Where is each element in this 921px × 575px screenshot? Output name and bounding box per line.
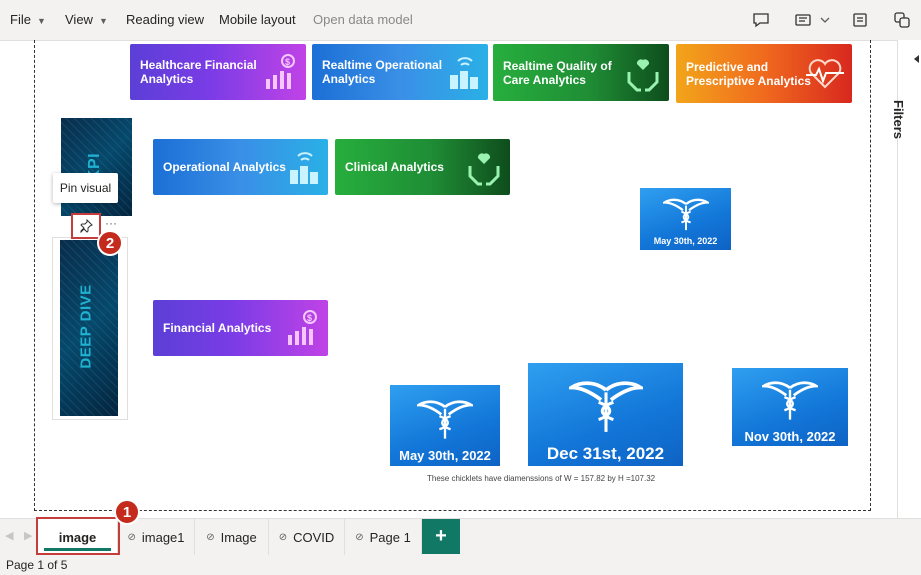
filter-pane-icon[interactable] <box>851 11 869 29</box>
pin-icon <box>80 219 93 233</box>
view-menu[interactable]: View ▼ <box>65 12 108 27</box>
chicklet-may-small[interactable]: May 30th, 2022 <box>640 188 731 250</box>
caduceus-wings-icon <box>417 400 473 439</box>
caduceus-wings-icon <box>762 381 818 420</box>
chicklet-dec[interactable]: Dec 31st, 2022 <box>528 363 683 466</box>
more-options-icon[interactable]: ··· <box>105 216 117 230</box>
hidden-page-icon: ⊘ <box>127 531 136 543</box>
healthcare-financial-banner[interactable]: Healthcare Financial Analytics $ <box>130 44 306 100</box>
chicklet-nov[interactable]: Nov 30th, 2022 <box>732 368 848 446</box>
add-page-button[interactable]: + <box>422 519 460 554</box>
hidden-page-icon: ⊘ <box>206 531 215 543</box>
realtime-quality-banner[interactable]: Realtime Quality of Care Analytics <box>493 44 669 101</box>
banner-label: Clinical Analytics <box>345 160 444 174</box>
hands-heart-icon <box>468 153 500 186</box>
realtime-operational-banner[interactable]: Realtime Operational Analytics <box>312 44 488 100</box>
chicklet-dimension-note: These chicklets have diamenssions of W =… <box>427 474 656 483</box>
mobile-layout-button[interactable]: Mobile layout <box>219 12 296 27</box>
clinical-banner[interactable]: Clinical Analytics <box>335 139 510 195</box>
filters-label: Filters <box>891 100 906 140</box>
bar-chart-dollar-icon: $ <box>266 54 295 89</box>
hidden-page-icon: ⊘ <box>278 531 288 543</box>
status-bar: Page 1 of 5 <box>0 555 921 575</box>
step-badge-2: 2 <box>97 230 123 256</box>
banner-label: Realtime Operational Analytics <box>322 58 443 86</box>
scroll-right-icon[interactable]: ▶ <box>24 529 32 542</box>
chicklet-date: Nov 30th, 2022 <box>744 429 836 444</box>
financial-banner[interactable]: Financial Analytics $ <box>153 300 328 356</box>
scroll-left-icon[interactable]: ◀ <box>5 529 13 542</box>
caduceus-wings-icon <box>568 381 643 432</box>
step-badge-1: 1 <box>114 499 140 525</box>
page-count: Page 1 of 5 <box>6 558 68 572</box>
pin-visual-button[interactable] <box>71 213 101 239</box>
comment-icon[interactable] <box>752 11 770 29</box>
banner-label: Operational Analytics <box>163 160 286 174</box>
menu-bar: File ▼ View ▼ Reading view Mobile layout O… <box>0 0 921 41</box>
bookmark-icon[interactable] <box>794 11 812 29</box>
pin-visual-tooltip: Pin visual <box>53 173 118 203</box>
heartbeat-icon <box>806 58 844 88</box>
reading-view-button[interactable]: Reading view <box>126 12 204 27</box>
open-data-model-button[interactable]: Open data model <box>313 12 413 27</box>
predictive-prescriptive-banner[interactable]: Predictive and Prescriptive Analytics <box>676 44 852 103</box>
chicklet-date: May 30th, 2022 <box>653 236 718 246</box>
banner-label: Realtime Quality of Care Analytics <box>503 58 612 87</box>
banner-label: Predictive and Prescriptive Analytics <box>686 59 811 88</box>
svg-text:$: $ <box>285 57 290 67</box>
chicklet-may[interactable]: May 30th, 2022 <box>390 385 500 466</box>
chevron-down-icon: ▼ <box>98 16 108 26</box>
deep-dive-tile[interactable]: DEEP DIVE <box>60 240 118 416</box>
active-tab-highlight <box>36 517 120 555</box>
copy-icon[interactable] <box>893 11 911 29</box>
tab-page-1[interactable]: ⊘ Page 1 <box>345 519 422 555</box>
hands-heart-icon <box>627 58 659 91</box>
file-menu[interactable]: File ▼ <box>10 12 46 27</box>
caduceus-wings-icon <box>662 198 709 231</box>
chevron-down-icon: ▼ <box>36 16 46 26</box>
tab-image-2[interactable]: ⊘ Image <box>195 519 269 555</box>
building-wifi-icon <box>450 57 478 89</box>
building-wifi-icon <box>290 152 318 184</box>
bar-chart-dollar-icon: $ <box>288 310 317 345</box>
chevron-down-icon[interactable] <box>820 15 830 25</box>
banner-label: Financial Analytics <box>163 321 272 335</box>
svg-text:$: $ <box>307 313 312 323</box>
tab-covid[interactable]: ⊘ COVID <box>269 519 345 555</box>
operational-banner[interactable]: Operational Analytics <box>153 139 328 195</box>
banner-label: Healthcare Financial Analytics <box>140 58 257 86</box>
chicklet-date: Dec 31st, 2022 <box>546 444 665 463</box>
page-tab-bar: ◀ ▶ image ⊘ image1 ⊘ Image ⊘ COVID ⊘ Page 1 … <box>0 518 921 555</box>
expand-arrow-icon[interactable] <box>912 54 920 64</box>
chicklet-date: May 30th, 2022 <box>399 448 491 463</box>
hidden-page-icon: ⊘ <box>355 531 364 543</box>
deep-dive-label: DEEP DIVE <box>77 284 95 369</box>
